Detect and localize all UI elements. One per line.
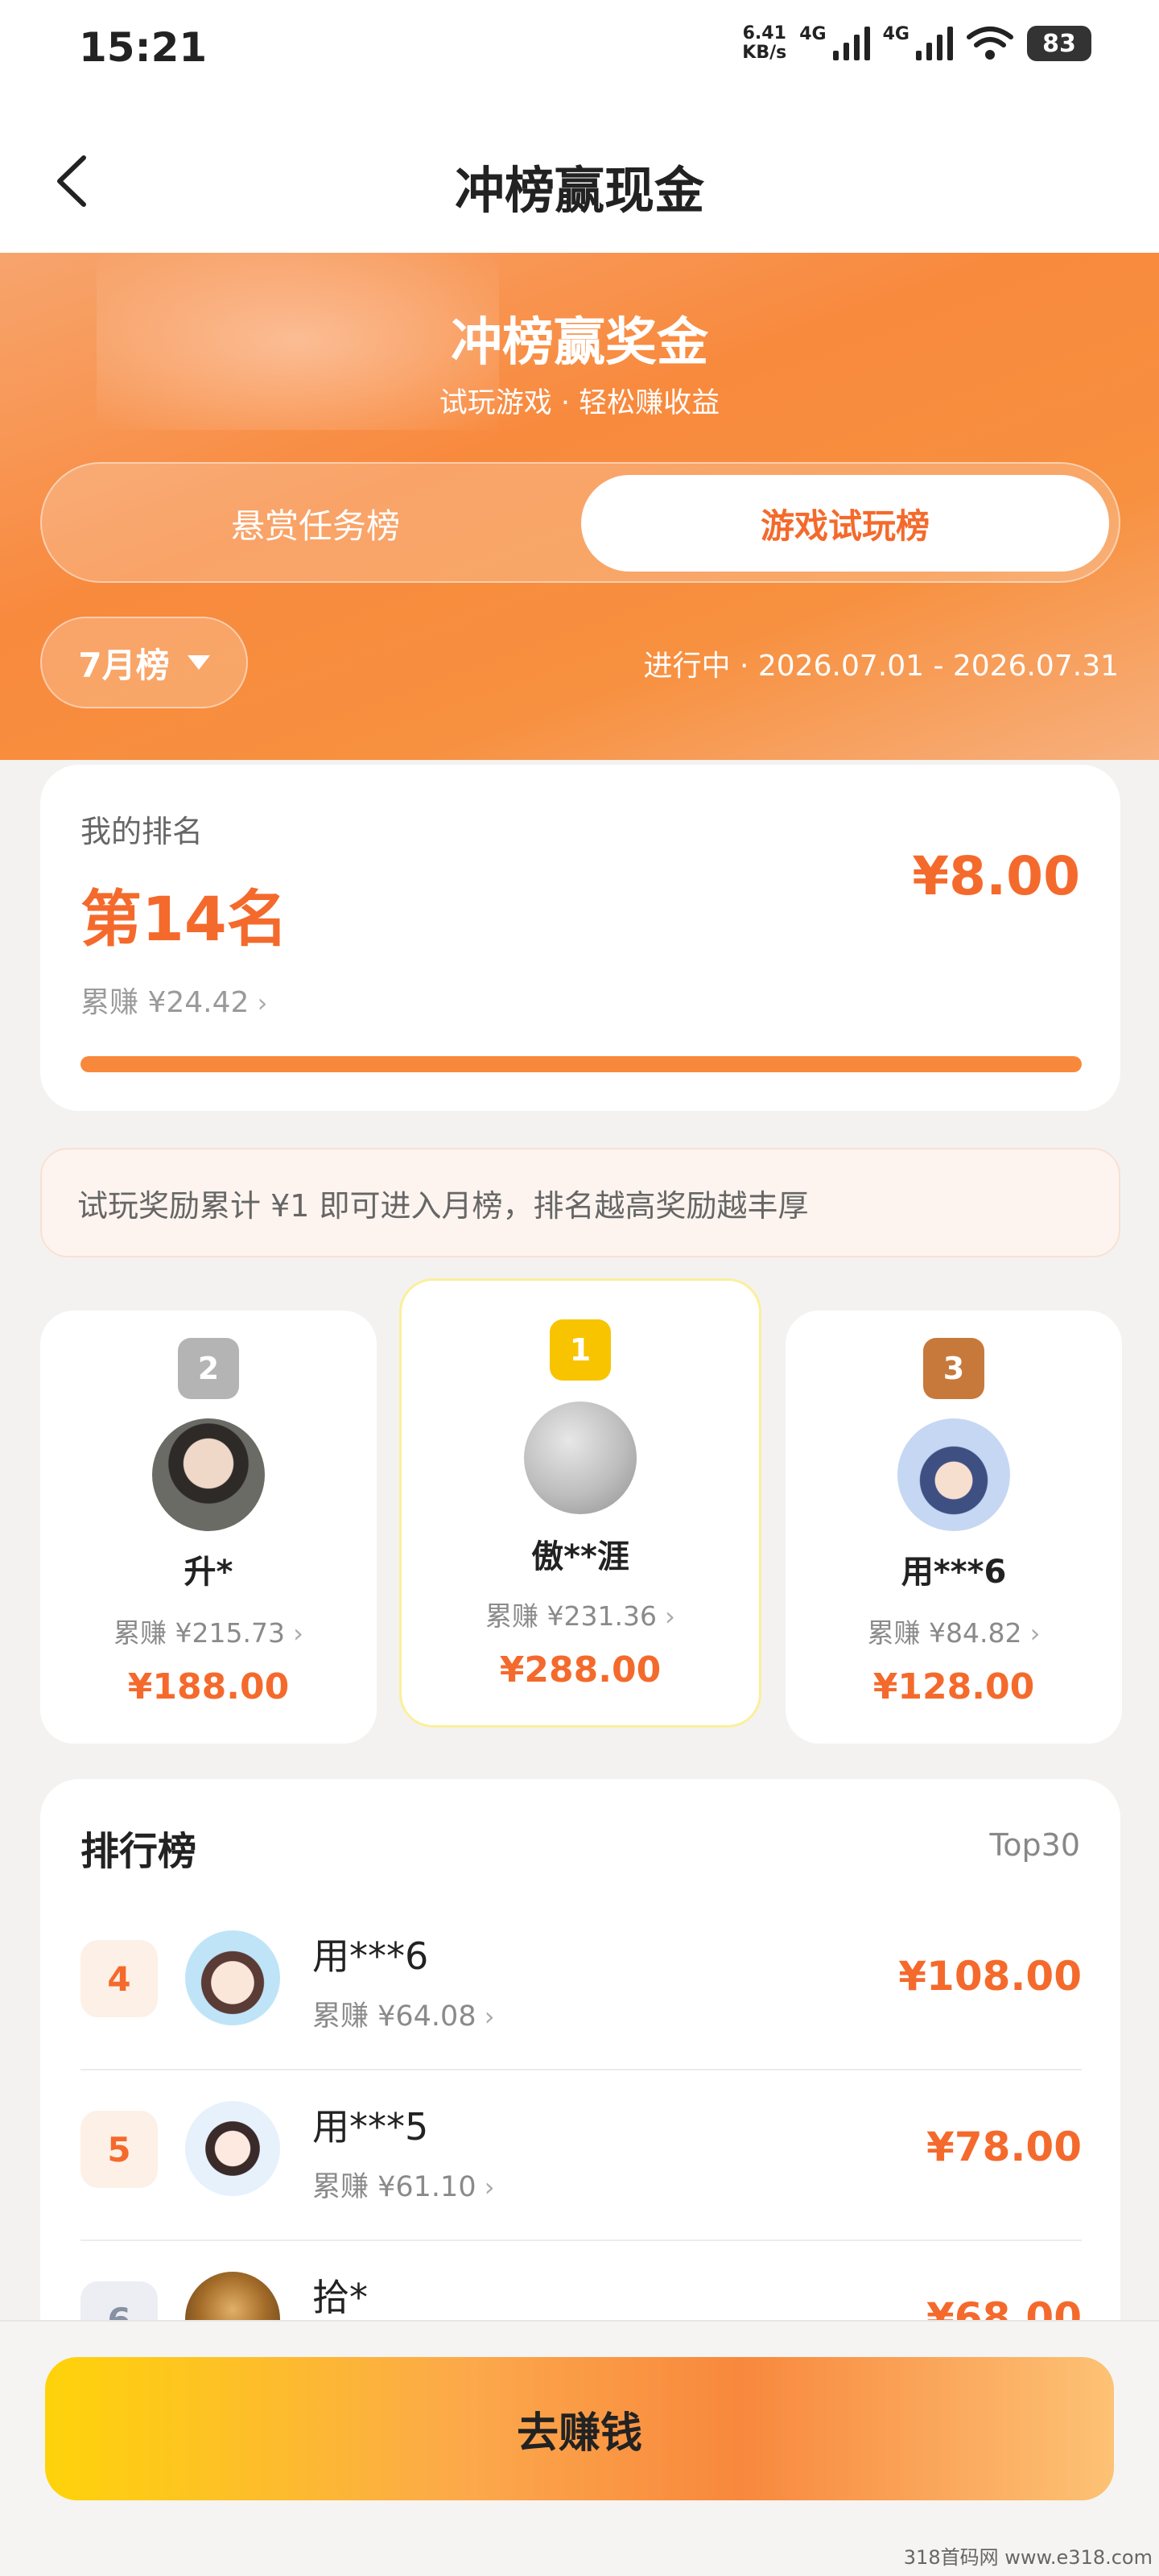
podium-total: 累赚 ¥84.82 › bbox=[867, 1617, 1041, 1649]
status-bar: 15:21 6.41 KB/s 4G 4G 83 bbox=[0, 0, 1159, 97]
board-tabs: 悬赏任务榜 游戏试玩榜 bbox=[40, 462, 1120, 583]
bottom-action-bar: 去赚钱 318首码网 www.e318.com bbox=[0, 2320, 1159, 2576]
chevron-right-icon: › bbox=[284, 1618, 303, 1649]
podium-second[interactable]: 2 升* 累赚 ¥215.73 › ¥188.00 bbox=[40, 1311, 377, 1744]
my-rank-card: 我的排名 第14名 累赚 ¥24.42 › ¥8.00 bbox=[40, 765, 1120, 1111]
rank-badge: 1 bbox=[550, 1319, 611, 1381]
chevron-right-icon: › bbox=[476, 2172, 495, 2202]
avatar bbox=[524, 1402, 637, 1514]
wifi-icon bbox=[967, 27, 1013, 60]
row-name: 拾* bbox=[312, 2276, 368, 2319]
podium-prize: ¥288.00 bbox=[499, 1649, 662, 1690]
podium-total: 累赚 ¥231.36 › bbox=[485, 1600, 675, 1632]
my-total-earned[interactable]: 累赚 ¥24.42 › bbox=[80, 979, 267, 1021]
avatar bbox=[897, 1418, 1010, 1531]
tab-task-board[interactable]: 悬赏任务榜 bbox=[52, 475, 580, 572]
rank-progress-fill bbox=[80, 1056, 1082, 1072]
row-name: 用***5 bbox=[312, 2105, 429, 2149]
signal-icon-2 bbox=[916, 27, 953, 60]
row-name: 用***6 bbox=[312, 1934, 429, 1978]
period-text: 进行中 · 2026.07.01 - 2026.07.31 bbox=[643, 650, 1119, 683]
signal-icon bbox=[832, 27, 870, 60]
podium-first[interactable]: 1 傲**涯 累赚 ¥231.36 › ¥288.00 bbox=[399, 1278, 761, 1728]
row-total: 累赚 ¥64.08 › bbox=[312, 2000, 495, 2033]
podium-total: 累赚 ¥215.73 › bbox=[113, 1617, 303, 1649]
rank-number: 4 bbox=[80, 1940, 158, 2017]
tab-game-board[interactable]: 游戏试玩榜 bbox=[581, 475, 1109, 572]
podium-name: 傲**涯 bbox=[531, 1538, 629, 1575]
chevron-right-icon: › bbox=[1021, 1618, 1041, 1649]
leaderboard-top-label: Top30 bbox=[989, 1827, 1080, 1863]
page-title: 冲榜赢现金 bbox=[454, 161, 704, 220]
month-selector-label: 7月榜 bbox=[78, 645, 170, 685]
network-type-label-2: 4G bbox=[882, 24, 909, 44]
go-earn-button[interactable]: 去赚钱 bbox=[45, 2357, 1114, 2500]
podium-third[interactable]: 3 用***6 累赚 ¥84.82 › ¥128.00 bbox=[786, 1311, 1122, 1744]
network-type-label: 4G bbox=[799, 24, 827, 44]
hero-title: 冲榜赢奖金 bbox=[451, 313, 708, 373]
network-speed: 6.41 KB/s bbox=[742, 23, 787, 63]
list-item[interactable]: 5 用***5 累赚 ¥61.10 › ¥78.00 bbox=[80, 2070, 1082, 2241]
battery-icon: 83 bbox=[1027, 26, 1091, 61]
watermark: 318首码网 www.e318.com bbox=[903, 2546, 1153, 2569]
podium-name: 用***6 bbox=[901, 1554, 1007, 1591]
list-item[interactable]: 4 用***6 累赚 ¥64.08 › ¥108.00 bbox=[80, 1900, 1082, 2070]
row-prize: ¥78.00 bbox=[926, 2124, 1082, 2170]
avatar bbox=[152, 1418, 265, 1531]
podium-name: 升* bbox=[184, 1554, 233, 1591]
rank-progress-bar bbox=[80, 1056, 1082, 1072]
caret-down-icon bbox=[187, 655, 210, 670]
my-prize: ¥8.00 bbox=[912, 845, 1080, 907]
rank-badge: 2 bbox=[178, 1338, 239, 1399]
hero-banner: 冲榜赢奖金 试玩游戏 · 轻松赚收益 悬赏任务榜 游戏试玩榜 7月榜 进行中 ·… bbox=[0, 253, 1159, 760]
my-rank-label: 我的排名 bbox=[80, 814, 204, 849]
row-prize: ¥108.00 bbox=[898, 1953, 1082, 2000]
podium-prize: ¥188.00 bbox=[127, 1666, 290, 1707]
rank-number: 5 bbox=[80, 2111, 158, 2188]
avatar bbox=[185, 1930, 280, 2025]
my-rank-value: 第14名 bbox=[80, 883, 288, 955]
rank-badge: 3 bbox=[923, 1338, 984, 1399]
row-total: 累赚 ¥61.10 › bbox=[312, 2171, 495, 2203]
hero-subtitle: 试玩游戏 · 轻松赚收益 bbox=[439, 387, 720, 419]
avatar bbox=[185, 2101, 280, 2196]
chevron-right-icon: › bbox=[476, 2001, 495, 2032]
status-icons: 6.41 KB/s 4G 4G 83 bbox=[742, 24, 1091, 63]
chevron-right-icon: › bbox=[656, 1601, 675, 1632]
podium-prize: ¥128.00 bbox=[872, 1666, 1035, 1707]
rules-tip: 试玩奖励累计 ¥1 即可进入月榜，排名越高奖励越丰厚 bbox=[40, 1148, 1120, 1257]
status-time: 15:21 bbox=[79, 24, 208, 71]
leaderboard-title: 排行榜 bbox=[80, 1829, 197, 1874]
month-selector[interactable]: 7月榜 bbox=[40, 617, 248, 708]
nav-bar: 冲榜赢现金 bbox=[0, 97, 1159, 253]
chevron-right-icon: › bbox=[249, 988, 268, 1018]
